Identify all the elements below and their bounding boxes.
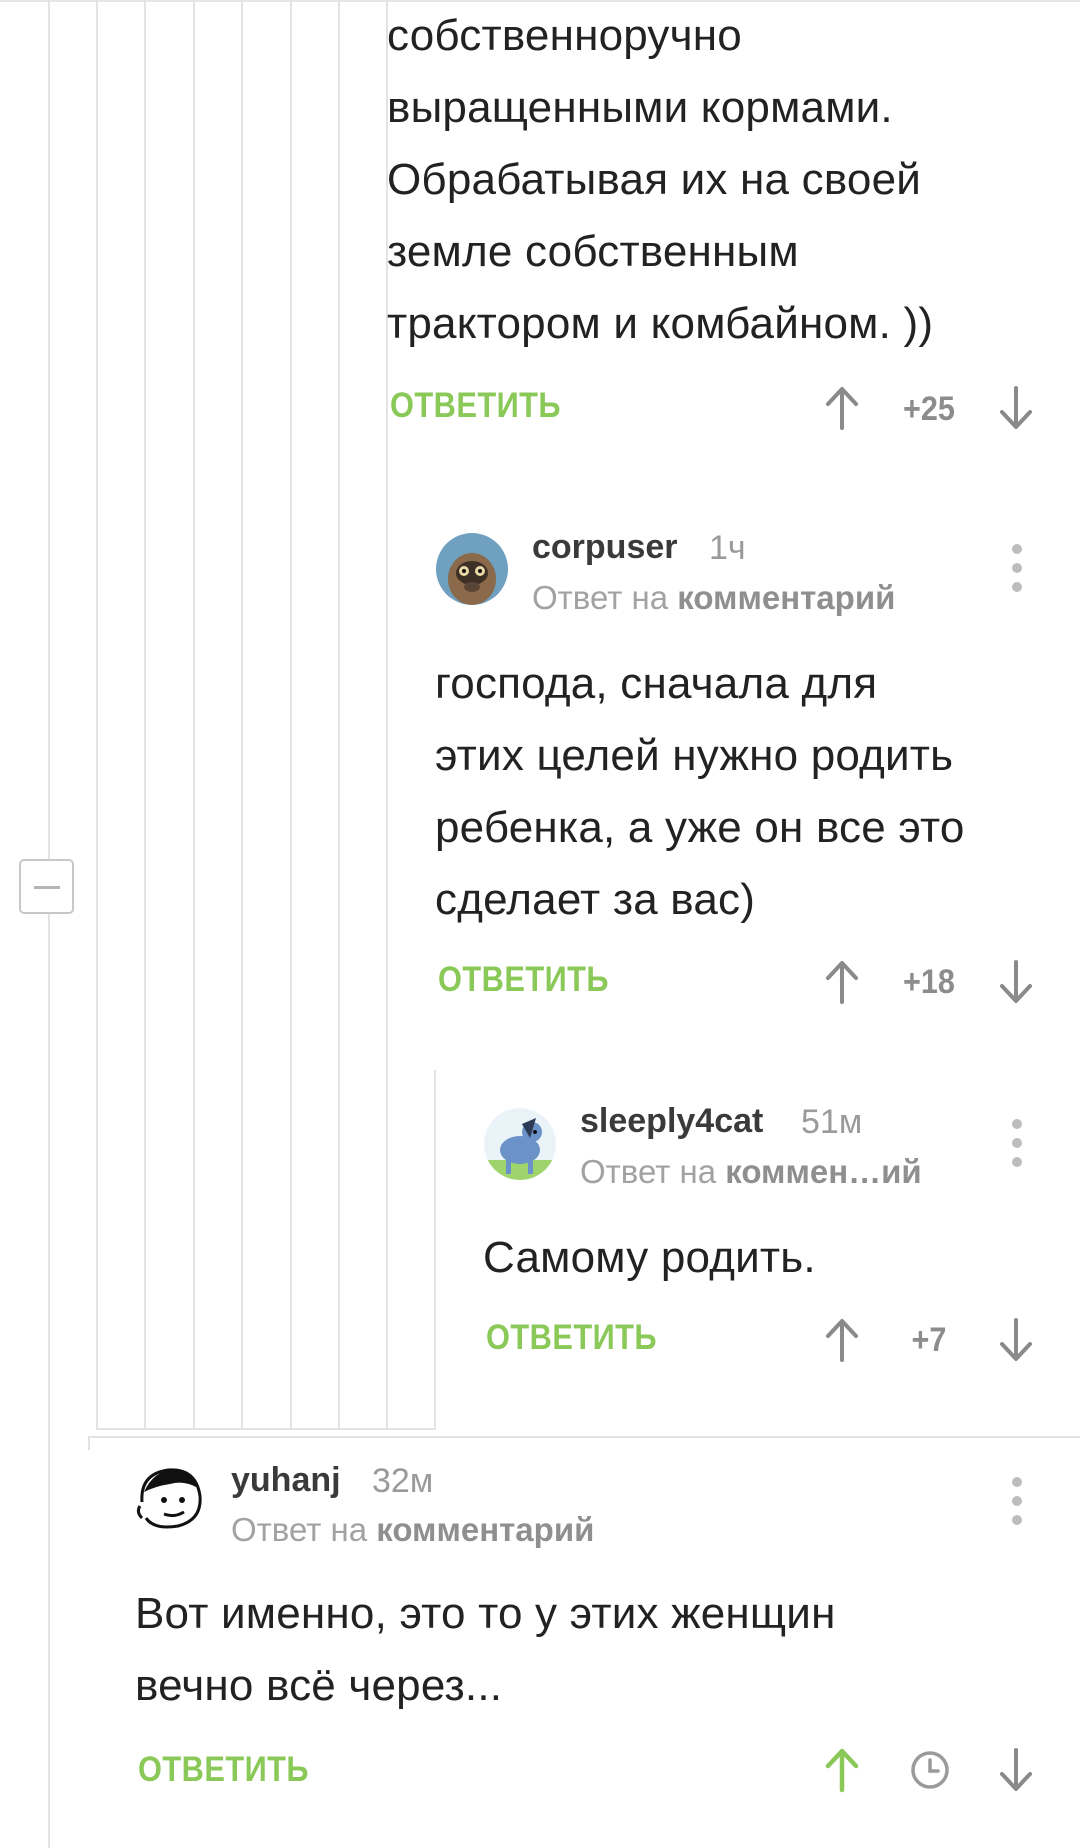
thread-line [338, 0, 340, 1430]
thread-line [144, 0, 146, 1430]
comment-line: выращенными кормами. [387, 83, 893, 132]
reply-to-link[interactable]: коммен…ий [725, 1153, 922, 1190]
comment-line: ребенка, а уже он все это [435, 803, 965, 852]
thread-line [241, 0, 243, 1430]
avatar[interactable] [436, 533, 508, 605]
comment-line: трактором и комбайном. )) [387, 299, 934, 348]
comment-body: Вот именно, это то у этих женщин вечно в… [135, 1578, 836, 1722]
reply-to-prefix: Ответ на [231, 1511, 368, 1548]
reply-to-line: Ответ на комментарий [231, 1511, 594, 1549]
downvote-icon[interactable] [996, 384, 1036, 432]
reply-button[interactable]: ОТВЕТИТЬ [390, 386, 561, 426]
thread-line [193, 0, 195, 1430]
comment-score: +7 [911, 1321, 947, 1359]
avatar[interactable] [134, 1462, 206, 1534]
comment-score: +25 [903, 390, 955, 428]
reply-to-link[interactable]: комментарий [376, 1511, 594, 1548]
downvote-icon[interactable] [996, 1746, 1036, 1794]
comment-body: Самому родить. [483, 1222, 816, 1294]
comment-body: господа, сначала для этих целей нужно ро… [435, 648, 965, 936]
comment-score: +18 [903, 963, 955, 1001]
comment-line: вечно всё через... [135, 1661, 503, 1710]
upvote-icon[interactable] [822, 1316, 862, 1364]
thread-line [48, 0, 50, 860]
timestamp: 1ч [709, 529, 746, 567]
downvote-icon[interactable] [996, 1316, 1036, 1364]
reply-button[interactable]: ОТВЕТИТЬ [138, 1750, 309, 1790]
thread-line [290, 0, 292, 1430]
reply-to-prefix: Ответ на [580, 1153, 717, 1190]
comment-line: земле собственным [387, 227, 799, 276]
upvote-icon[interactable] [822, 384, 862, 432]
more-options-icon[interactable] [1010, 1119, 1024, 1169]
thread-line [434, 1070, 436, 1430]
timestamp: 51м [801, 1103, 863, 1141]
reply-button[interactable]: ОТВЕТИТЬ [486, 1318, 657, 1358]
reply-to-prefix: Ответ на [532, 579, 669, 616]
reply-to-link[interactable]: комментарий [677, 579, 895, 616]
username[interactable]: sleeply4cat [580, 1102, 763, 1141]
comment-line: Самому родить. [483, 1233, 816, 1282]
upvote-icon[interactable] [822, 958, 862, 1006]
collapse-thread-button[interactable] [19, 859, 74, 914]
pending-clock-icon [910, 1750, 950, 1790]
thread-corner [96, 1428, 436, 1430]
upvote-icon[interactable] [822, 1746, 862, 1794]
reply-to-line: Ответ на комментарий [532, 579, 895, 617]
comment-line: собственноручно [387, 11, 742, 60]
downvote-icon[interactable] [996, 958, 1036, 1006]
reply-button[interactable]: ОТВЕТИТЬ [438, 960, 609, 1000]
thread-line [96, 0, 98, 1430]
comment-line: Обрабатывая их на своей [387, 155, 922, 204]
comment-line: Вот именно, это то у этих женщин [135, 1589, 836, 1638]
comment-line: сделает за вас) [435, 875, 756, 924]
username[interactable]: yuhanj [231, 1461, 341, 1500]
comment-body: собственноручно выращенными кормами. Обр… [387, 0, 933, 360]
avatar[interactable] [484, 1108, 556, 1180]
more-options-icon[interactable] [1010, 544, 1024, 594]
thread-line [48, 914, 50, 1848]
thread-line [88, 1436, 90, 1450]
comment-line: этих целей нужно родить [435, 731, 954, 780]
more-options-icon[interactable] [1010, 1477, 1024, 1527]
thread-corner [88, 1436, 1080, 1438]
comment-line: господа, сначала для [435, 659, 878, 708]
thread-line [386, 496, 388, 1430]
timestamp: 32м [372, 1462, 434, 1500]
reply-to-line: Ответ на коммен…ий [580, 1153, 922, 1191]
username[interactable]: corpuser [532, 528, 678, 567]
